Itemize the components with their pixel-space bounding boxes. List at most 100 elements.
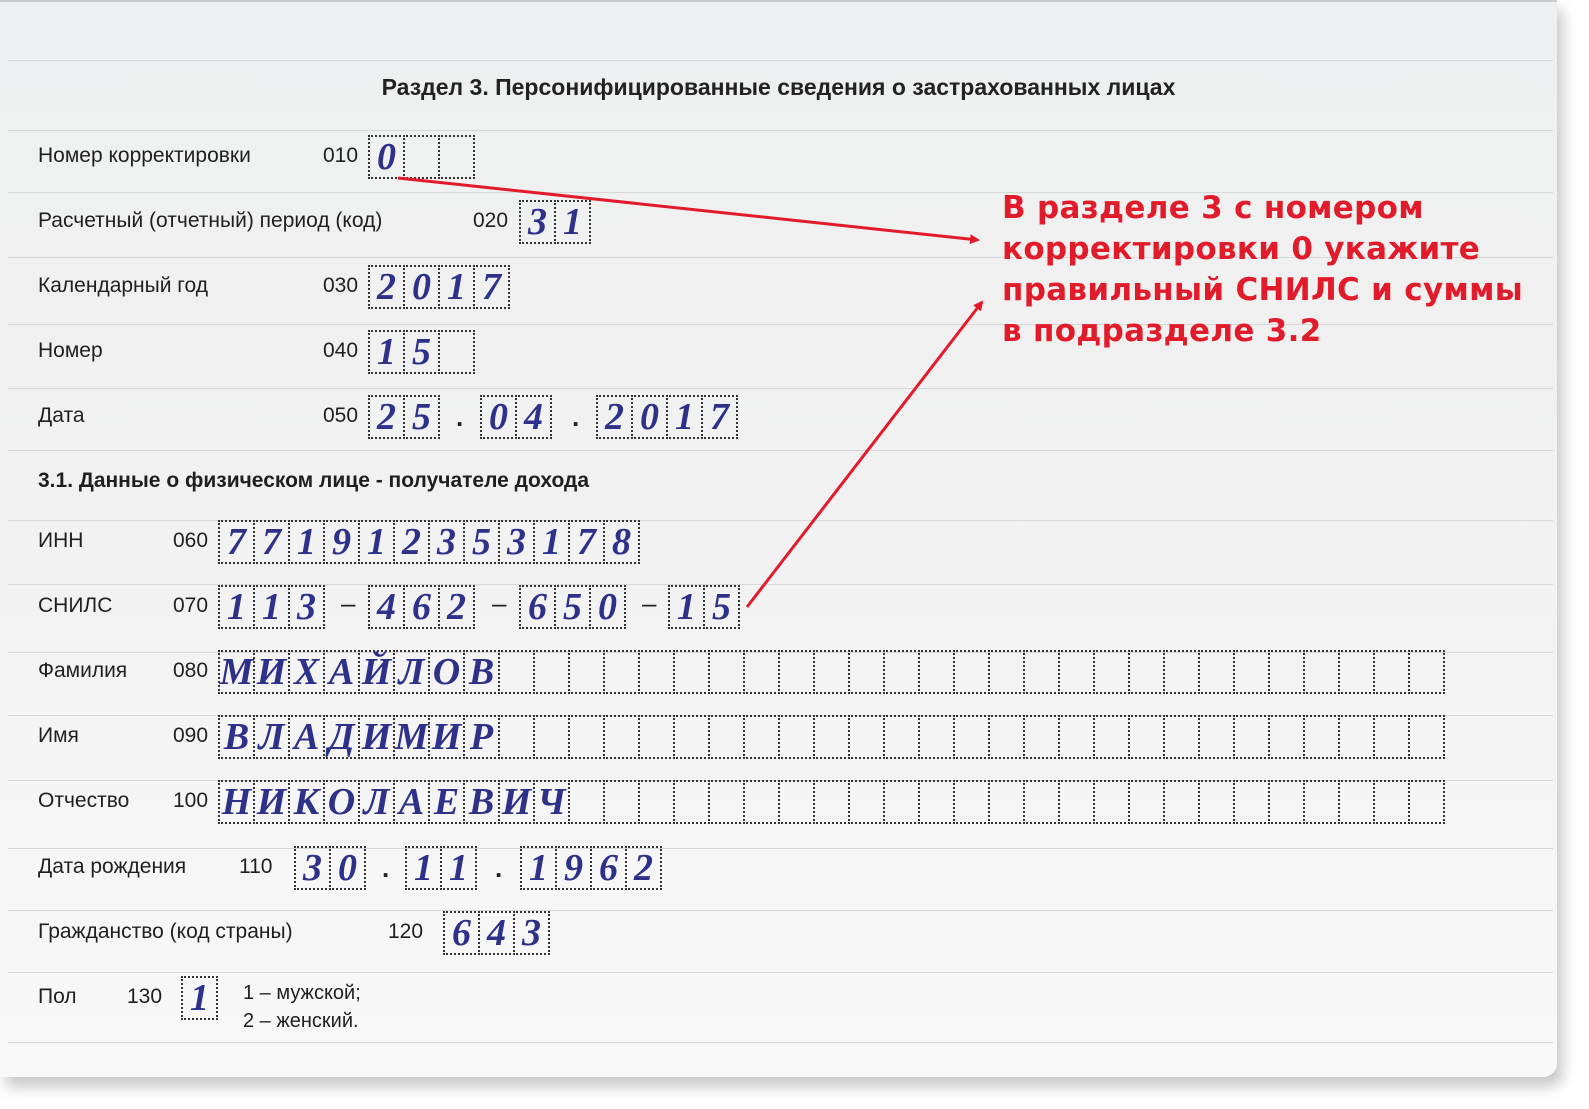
empty-cell[interactable] — [1198, 650, 1235, 694]
empty-cell[interactable] — [438, 135, 475, 179]
empty-cell[interactable] — [883, 650, 920, 694]
birth-month-field[interactable]: 11 — [405, 846, 477, 890]
filled-cell[interactable]: 1 — [181, 976, 218, 1020]
empty-cell[interactable] — [1163, 715, 1200, 759]
empty-cell[interactable] — [1233, 650, 1270, 694]
empty-cell[interactable] — [1408, 780, 1445, 824]
empty-cell[interactable] — [1233, 780, 1270, 824]
number-field[interactable]: 15 — [368, 330, 475, 374]
empty-cell[interactable] — [1198, 780, 1235, 824]
empty-cell[interactable] — [1268, 780, 1305, 824]
filled-cell[interactable]: 1 — [438, 265, 475, 309]
date-month-field[interactable]: 04 — [480, 395, 552, 439]
empty-cell[interactable] — [953, 715, 990, 759]
filled-cell[interactable]: 5 — [403, 395, 440, 439]
empty-cell[interactable] — [848, 715, 885, 759]
empty-cell[interactable] — [603, 715, 640, 759]
empty-cell[interactable] — [1128, 715, 1165, 759]
snils-group-1[interactable]: 113 — [218, 585, 325, 629]
date-day-field[interactable]: 25 — [368, 395, 440, 439]
empty-cell[interactable] — [1268, 715, 1305, 759]
filled-cell[interactable]: Л — [253, 715, 290, 759]
empty-cell[interactable] — [568, 715, 605, 759]
empty-cell[interactable] — [438, 330, 475, 374]
filled-cell[interactable]: 6 — [590, 846, 627, 890]
empty-cell[interactable] — [953, 650, 990, 694]
filled-cell[interactable]: Е — [428, 780, 465, 824]
snils-group-3[interactable]: 650 — [519, 585, 626, 629]
filled-cell[interactable]: 7 — [473, 265, 510, 309]
filled-cell[interactable]: 0 — [480, 395, 517, 439]
filled-cell[interactable]: Л — [393, 650, 430, 694]
empty-cell[interactable] — [1023, 780, 1060, 824]
filled-cell[interactable]: О — [323, 780, 360, 824]
empty-cell[interactable] — [918, 715, 955, 759]
filled-cell[interactable]: 2 — [438, 585, 475, 629]
filled-cell[interactable]: 3 — [294, 846, 331, 890]
empty-cell[interactable] — [778, 650, 815, 694]
patronymic-field[interactable]: НИКОЛАЕВИЧ — [218, 780, 1445, 824]
filled-cell[interactable]: 0 — [589, 585, 626, 629]
empty-cell[interactable] — [778, 715, 815, 759]
empty-cell[interactable] — [778, 780, 815, 824]
filled-cell[interactable]: 1 — [405, 846, 442, 890]
empty-cell[interactable] — [1093, 715, 1130, 759]
filled-cell[interactable]: 1 — [666, 395, 703, 439]
filled-cell[interactable]: 4 — [368, 585, 405, 629]
empty-cell[interactable] — [1408, 715, 1445, 759]
inn-field[interactable]: 771912353178 — [218, 520, 640, 564]
empty-cell[interactable] — [883, 780, 920, 824]
filled-cell[interactable]: 1 — [358, 520, 395, 564]
empty-cell[interactable] — [638, 650, 675, 694]
empty-cell[interactable] — [1408, 650, 1445, 694]
empty-cell[interactable] — [673, 715, 710, 759]
filled-cell[interactable]: А — [288, 715, 325, 759]
empty-cell[interactable] — [1338, 715, 1375, 759]
filled-cell[interactable]: 2 — [368, 395, 405, 439]
filled-cell[interactable]: 1 — [253, 585, 290, 629]
empty-cell[interactable] — [1128, 650, 1165, 694]
filled-cell[interactable]: 0 — [368, 135, 405, 179]
filled-cell[interactable]: 2 — [368, 265, 405, 309]
filled-cell[interactable]: 3 — [288, 585, 325, 629]
filled-cell[interactable]: И — [253, 780, 290, 824]
filled-cell[interactable]: Ч — [533, 780, 570, 824]
filled-cell[interactable]: 4 — [515, 395, 552, 439]
filled-cell[interactable]: 7 — [218, 520, 255, 564]
empty-cell[interactable] — [603, 780, 640, 824]
empty-cell[interactable] — [708, 715, 745, 759]
empty-cell[interactable] — [673, 780, 710, 824]
filled-cell[interactable]: 0 — [403, 265, 440, 309]
empty-cell[interactable] — [743, 650, 780, 694]
empty-cell[interactable] — [813, 780, 850, 824]
filled-cell[interactable]: 5 — [403, 330, 440, 374]
empty-cell[interactable] — [708, 650, 745, 694]
filled-cell[interactable]: А — [393, 780, 430, 824]
empty-cell[interactable] — [1303, 780, 1340, 824]
empty-cell[interactable] — [498, 650, 535, 694]
filled-cell[interactable]: 2 — [596, 395, 633, 439]
empty-cell[interactable] — [1023, 650, 1060, 694]
empty-cell[interactable] — [813, 650, 850, 694]
empty-cell[interactable] — [918, 650, 955, 694]
snils-group-2[interactable]: 462 — [368, 585, 475, 629]
empty-cell[interactable] — [1373, 650, 1410, 694]
filled-cell[interactable]: М — [218, 650, 255, 694]
empty-cell[interactable] — [1163, 780, 1200, 824]
sex-field[interactable]: 1 — [181, 976, 218, 1020]
empty-cell[interactable] — [568, 650, 605, 694]
filled-cell[interactable]: 2 — [625, 846, 662, 890]
filled-cell[interactable]: 1 — [668, 585, 705, 629]
filled-cell[interactable]: В — [463, 650, 500, 694]
filled-cell[interactable]: К — [288, 780, 325, 824]
filled-cell[interactable]: 3 — [519, 200, 556, 244]
empty-cell[interactable] — [568, 780, 605, 824]
empty-cell[interactable] — [533, 650, 570, 694]
empty-cell[interactable] — [883, 715, 920, 759]
snils-group-4[interactable]: 15 — [668, 585, 740, 629]
filled-cell[interactable]: 3 — [513, 911, 550, 955]
filled-cell[interactable]: И — [253, 650, 290, 694]
filled-cell[interactable]: 2 — [393, 520, 430, 564]
filled-cell[interactable]: 1 — [533, 520, 570, 564]
filled-cell[interactable]: Х — [288, 650, 325, 694]
